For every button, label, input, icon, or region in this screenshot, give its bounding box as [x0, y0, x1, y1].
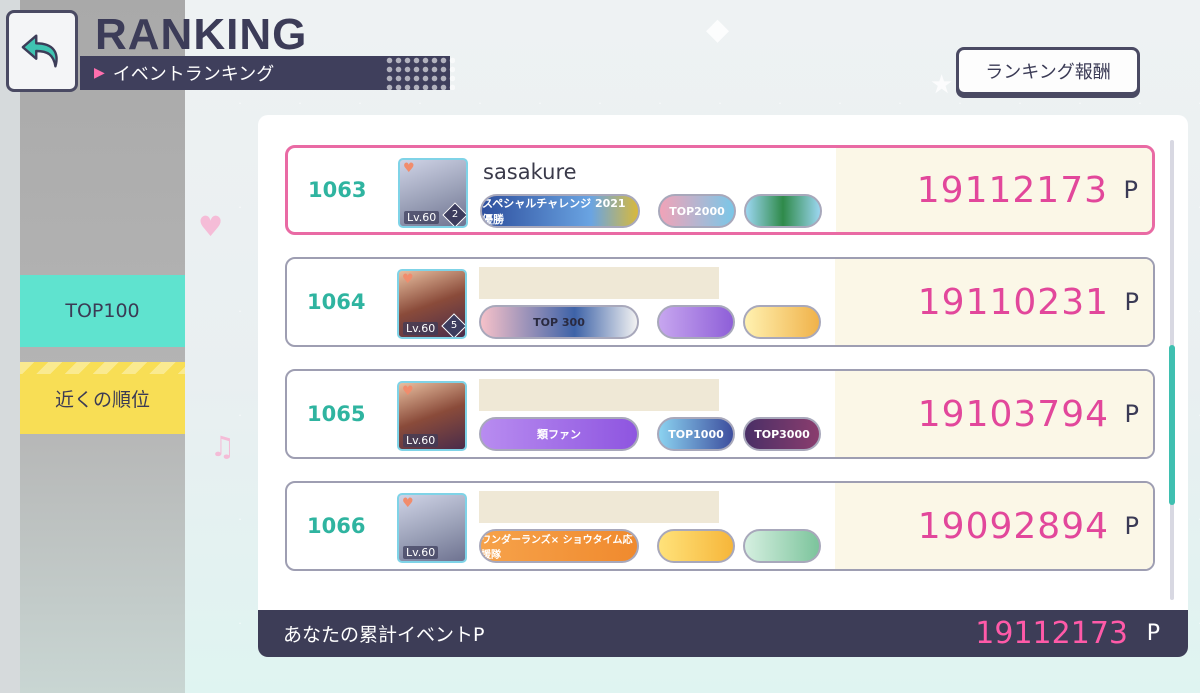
honor-badge-text: スペシャルチャレンジ 2021 優勝: [482, 197, 626, 226]
triangle-right-icon: ▶: [94, 65, 105, 81]
event-points: 19103794: [917, 393, 1109, 435]
heart-decoration-icon: ♥: [198, 210, 224, 243]
honor-badge-text: 類ファン: [537, 428, 581, 441]
rank-number: 1064: [307, 290, 366, 314]
ranking-panel: 1063 ♥ Lv.60 2 sasakure スペシャルチャレンジ 2021 …: [258, 115, 1188, 657]
honor-badge[interactable]: [657, 305, 735, 339]
honor-badge[interactable]: [744, 194, 822, 228]
page-title: RANKING: [95, 10, 308, 59]
points-unit: P: [1123, 176, 1138, 204]
honor-badge[interactable]: TOP3000: [743, 417, 821, 451]
ranking-row[interactable]: 1066 ♥ Lv.60 ワンダーランズ× ショウタイム応援隊 19092894…: [285, 481, 1155, 571]
points-unit: P: [1124, 288, 1139, 316]
honor-badge-text: ワンダーランズ× ショウタイム応援隊: [481, 535, 633, 561]
honor-badge[interactable]: TOP1000: [657, 417, 735, 451]
level-label: Lv.60: [403, 322, 439, 335]
honor-badge[interactable]: TOP 300: [479, 305, 639, 339]
honor-badge[interactable]: 類ファン: [479, 417, 639, 451]
total-points-footer: あなたの累計イベントP 19112173 P: [258, 610, 1188, 657]
ranking-row[interactable]: 1065 ♥ Lv.60 類ファン TOP1000 TOP3000 191037…: [285, 369, 1155, 459]
rank-number: 1065: [307, 402, 366, 426]
rank-number: 1063: [308, 178, 367, 202]
honor-badge[interactable]: [743, 305, 821, 339]
honor-badge[interactable]: [657, 529, 735, 563]
heart-icon: ♥: [403, 161, 415, 176]
mastery-rank-value: 5: [450, 320, 458, 331]
points-unit: P: [1124, 512, 1139, 540]
player-name-hidden: [479, 491, 719, 523]
mastery-rank-icon: 2: [442, 202, 466, 226]
honor-badge[interactable]: スペシャルチャレンジ 2021 優勝: [480, 194, 640, 228]
player-name: sasakure: [483, 160, 577, 184]
tab-nearby-ranks-label: 近くの順位: [54, 388, 150, 411]
mastery-rank-icon: 5: [441, 313, 465, 337]
diamond-decoration-icon: ◆: [706, 12, 730, 47]
total-points-label: あなたの累計イベントP: [283, 624, 485, 646]
scrollbar-thumb[interactable]: [1169, 345, 1175, 505]
tab-top100[interactable]: TOP100: [20, 275, 185, 347]
honor-badge-text: TOP3000: [754, 427, 810, 441]
page-subtitle-text: イベントランキング: [112, 64, 275, 85]
level-label: Lv.60: [404, 211, 440, 224]
halftone-decoration: [385, 56, 455, 90]
avatar[interactable]: ♥ Lv.60: [397, 381, 467, 451]
back-button[interactable]: [6, 10, 78, 92]
tab-nearby-ranks[interactable]: 近くの順位: [20, 362, 185, 434]
heart-icon: ♥: [402, 272, 414, 287]
avatar[interactable]: ♥ Lv.60 2: [398, 158, 468, 228]
event-points: 19092894: [917, 505, 1109, 547]
level-label: Lv.60: [403, 546, 439, 559]
sidebar-edge: [0, 0, 20, 693]
honor-badge[interactable]: [743, 529, 821, 563]
ranking-row[interactable]: 1063 ♥ Lv.60 2 sasakure スペシャルチャレンジ 2021 …: [285, 145, 1155, 235]
ranking-reward-button[interactable]: ランキング報酬: [956, 47, 1140, 95]
player-name-hidden: [479, 267, 719, 299]
event-points: 19110231: [917, 281, 1109, 323]
honor-badge[interactable]: ワンダーランズ× ショウタイム応援隊: [479, 529, 639, 563]
honor-badge[interactable]: TOP2000: [658, 194, 736, 228]
total-points-value: 19112173: [975, 616, 1128, 651]
avatar[interactable]: ♥ Lv.60: [397, 493, 467, 563]
rank-number: 1066: [307, 514, 366, 538]
honor-badge-text: TOP1000: [668, 427, 724, 441]
event-points: 19112173: [916, 169, 1108, 211]
points-unit: P: [1124, 400, 1139, 428]
heart-icon: ♥: [402, 384, 414, 399]
avatar[interactable]: ♥ Lv.60 5: [397, 269, 467, 339]
player-name-hidden: [479, 379, 719, 411]
total-points-unit: P: [1146, 621, 1160, 646]
tab-top100-label: TOP100: [65, 300, 140, 322]
honor-badge-text: TOP2000: [669, 204, 725, 218]
star-decoration-icon: ★: [930, 70, 954, 100]
honor-badge-text: TOP 300: [533, 315, 585, 329]
mastery-rank-value: 2: [451, 209, 459, 220]
ranking-row[interactable]: 1064 ♥ Lv.60 5 TOP 300 19110231 P: [285, 257, 1155, 347]
back-arrow-icon: [21, 34, 58, 68]
heart-icon: ♥: [402, 496, 414, 511]
music-note-decoration-icon: ♫: [210, 430, 236, 463]
level-label: Lv.60: [403, 434, 439, 447]
